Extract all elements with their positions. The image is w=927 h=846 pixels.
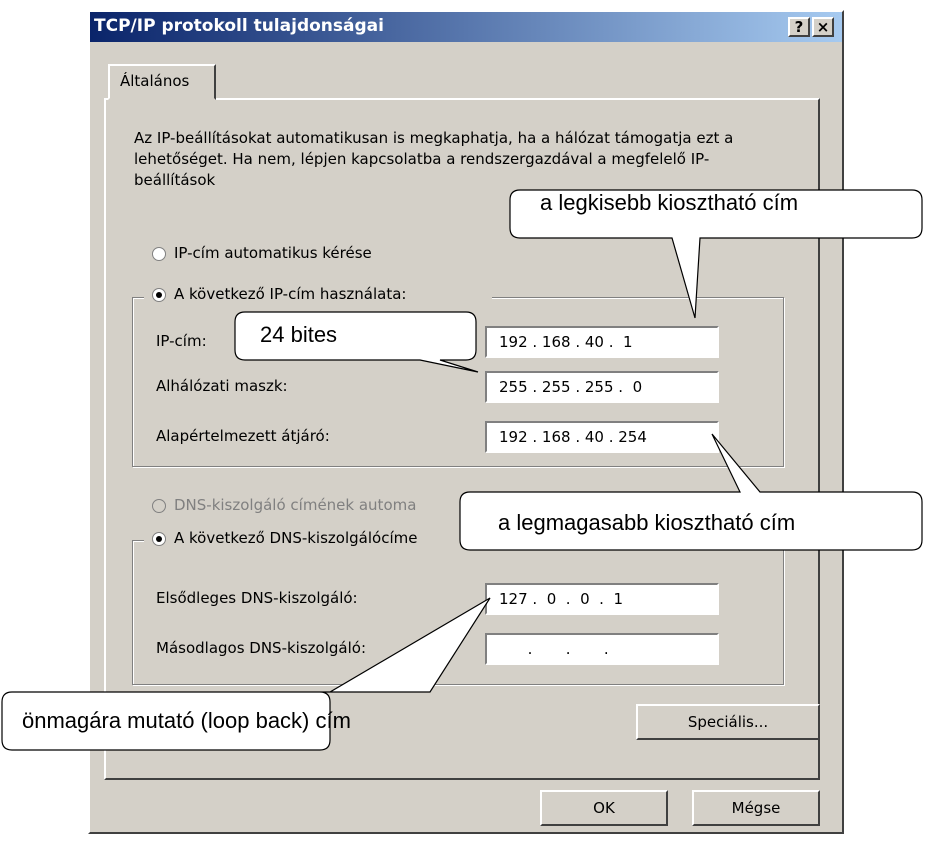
secondary-dns-label: Másodlagos DNS-kiszolgáló: bbox=[156, 639, 366, 657]
dns-manual-label[interactable]: A következő DNS-kiszolgálócíme bbox=[174, 529, 417, 547]
subnet-mask-field[interactable]: 255 . 255 . 255 . 0 bbox=[485, 371, 719, 403]
ip-manual-radio[interactable] bbox=[152, 288, 166, 302]
ip-manual-label[interactable]: A következő IP-cím használata: bbox=[174, 285, 406, 303]
default-gateway-label: Alapértelmezett átjáró: bbox=[156, 427, 330, 445]
ip-address-field[interactable]: 192 . 168 . 40 . 1 bbox=[485, 326, 719, 358]
callout-highest-text: a legmagasabb kiosztható cím bbox=[498, 510, 796, 535]
callout-loopback-text: önmagára mutató (loop back) cím bbox=[22, 708, 351, 733]
callout-bits-text: 24 bites bbox=[260, 322, 338, 347]
description-text: Az IP-beállításokat automatikusan is meg… bbox=[134, 129, 734, 189]
primary-dns-field[interactable]: 127 . 0 . 0 . 1 bbox=[485, 583, 719, 615]
window-title: TCP/IP protokoll tulajdonságai bbox=[94, 16, 384, 36]
ok-button[interactable]: OK bbox=[540, 790, 668, 826]
ip-auto-label[interactable]: IP-cím automatikus kérése bbox=[174, 244, 372, 262]
primary-dns-label: Elsődleges DNS-kiszolgáló: bbox=[156, 589, 358, 607]
title-bar[interactable]: TCP/IP protokoll tulajdonságai ? × bbox=[90, 12, 842, 42]
dns-auto-radio[interactable] bbox=[152, 499, 166, 513]
advanced-button[interactable]: Speciális... bbox=[636, 704, 820, 740]
help-button[interactable]: ? bbox=[788, 17, 810, 37]
cancel-button[interactable]: Mégse bbox=[692, 790, 820, 826]
dns-auto-label[interactable]: DNS-kiszolgáló címének automa bbox=[174, 496, 416, 514]
close-button[interactable]: × bbox=[812, 17, 834, 37]
ip-address-label: IP-cím: bbox=[156, 332, 207, 350]
tab-general[interactable]: Általános bbox=[108, 64, 216, 100]
callout-lowest-text: a legkisebb kiosztható cím bbox=[540, 190, 799, 215]
ip-auto-radio[interactable] bbox=[152, 247, 166, 261]
subnet-mask-label: Alhálózati maszk: bbox=[156, 377, 288, 395]
dns-manual-radio[interactable] bbox=[152, 532, 166, 546]
tab-general-label: Általános bbox=[120, 72, 190, 90]
default-gateway-field[interactable]: 192 . 168 . 40 . 254 bbox=[485, 421, 719, 453]
secondary-dns-field[interactable]: . . . bbox=[485, 633, 719, 665]
